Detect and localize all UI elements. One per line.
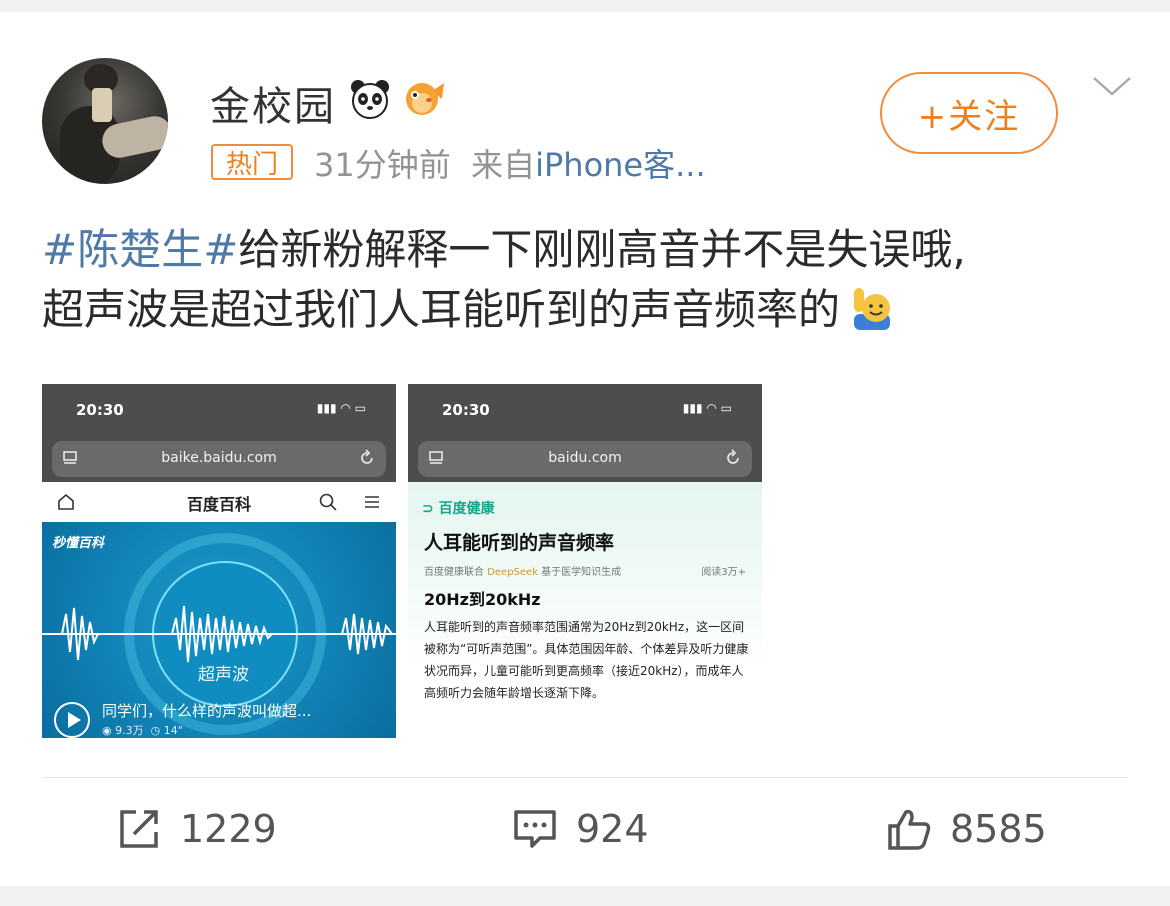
reload-icon xyxy=(361,449,373,464)
status-bar: 20:30 ▮▮▮ ◠ ▭ xyxy=(408,384,762,436)
article-title: 人耳能听到的声音频率 xyxy=(424,532,615,554)
post-text-line1: 给新粉解释一下刚刚高音并不是失误哦, xyxy=(238,225,966,274)
url-field: baike.baidu.com xyxy=(52,441,386,477)
source-suffix: 基于医学知识生成 xyxy=(541,567,622,578)
status-bar: 20:30 ▮▮▮ ◠ ▭ xyxy=(42,384,396,436)
like-button[interactable]: 8585 xyxy=(886,806,1047,852)
post-time: 31分钟前 xyxy=(314,146,451,184)
url-text: baidu.com xyxy=(548,450,622,466)
repost-icon xyxy=(120,810,158,848)
post-image-1[interactable]: 20:30 ▮▮▮ ◠ ▭ baike.baidu.com 百度百科 秒懂百科 … xyxy=(42,384,396,738)
like-count: 8585 xyxy=(950,807,1047,851)
comment-count: 924 xyxy=(576,807,649,851)
bottom-separator xyxy=(0,886,1170,906)
chevron-down-icon[interactable] xyxy=(1092,76,1132,96)
comment-button[interactable]: 924 xyxy=(512,806,649,852)
article-source: 百度健康联合 DeepSeek 基于医学知识生成 xyxy=(424,563,621,578)
article-heading: 20Hz到20kHz xyxy=(424,590,541,609)
hashtag-link[interactable]: #陈楚生# xyxy=(42,225,238,274)
reload-icon xyxy=(727,449,739,464)
post-image-2[interactable]: 20:30 ▮▮▮ ◠ ▭ baidu.com ⊃ 百度健康 人耳能听到的声音频… xyxy=(408,384,762,738)
source-prefix: 来自 xyxy=(471,146,536,184)
like-icon xyxy=(888,809,931,850)
video-caption: 超声波 xyxy=(198,665,249,685)
repost-count: 1229 xyxy=(180,807,277,851)
status-time: 20:30 xyxy=(442,401,490,419)
post-text: #陈楚生#给新粉解释一下刚刚高音并不是失误哦, 超声波是超过我们人耳能听到的声音… xyxy=(42,220,1142,340)
video-views: 9.3万 xyxy=(115,724,144,737)
username[interactable]: 金校园 xyxy=(210,74,336,132)
video-player[interactable]: 秒懂百科 超声波 同学们，什么样的声波叫做超... ◉ 9.3万 ◷ 14" xyxy=(42,522,396,738)
health-article: ⊃ 百度健康 人耳能听到的声音频率 百度健康联合 DeepSeek 基于医学知识… xyxy=(408,482,762,738)
read-count: 阅读3万+ xyxy=(701,567,746,578)
video-brand: 秒懂百科 xyxy=(52,536,105,551)
raised-hand-emoji-icon xyxy=(854,288,891,330)
divider xyxy=(42,777,1128,778)
video-stats: ◉ 9.3万 ◷ 14" xyxy=(102,724,183,737)
status-icons: ▮▮▮ ◠ ▭ xyxy=(316,401,366,415)
browser-bar: baidu.com xyxy=(408,436,762,482)
source-prefix: 百度健康联合 xyxy=(424,567,484,578)
comment-icon xyxy=(514,810,556,848)
url-text: baike.baidu.com xyxy=(161,450,277,466)
status-icons: ▮▮▮ ◠ ▭ xyxy=(682,401,732,415)
post-text-line2: 超声波是超过我们人耳能听到的声音频率的 xyxy=(42,285,841,334)
post-meta: 31分钟前 来自iPhone客... xyxy=(314,140,706,186)
pufferfish-emoji-icon xyxy=(406,83,444,115)
hot-badge: 热门 xyxy=(211,144,293,180)
url-field: baidu.com xyxy=(418,441,752,477)
status-time: 20:30 xyxy=(76,401,124,419)
panda-emoji-icon xyxy=(351,80,389,119)
avatar[interactable] xyxy=(42,58,168,184)
source-deepseek: DeepSeek xyxy=(487,567,538,578)
browser-bar: baike.baidu.com xyxy=(42,436,396,482)
article-body: 人耳能听到的声音频率范围通常为20Hz到20kHz，这一区间被称为“可听声范围”… xyxy=(424,620,749,700)
nav-title: 百度百科 xyxy=(186,495,251,514)
video-title: 同学们，什么样的声波叫做超... xyxy=(102,702,312,720)
top-separator xyxy=(0,0,1170,12)
menu-icon xyxy=(365,496,379,508)
baike-nav: 百度百科 xyxy=(42,482,396,522)
play-icon xyxy=(68,712,81,728)
follow-button[interactable]: +关注 xyxy=(880,72,1058,154)
post-source[interactable]: iPhone客... xyxy=(535,146,706,184)
health-logo: ⊃ 百度健康 xyxy=(422,501,495,517)
video-duration: 14" xyxy=(163,724,183,737)
play-button[interactable] xyxy=(54,702,90,738)
repost-button[interactable]: 1229 xyxy=(116,806,277,852)
health-logo-text: 百度健康 xyxy=(438,501,495,517)
search-icon xyxy=(319,493,337,511)
